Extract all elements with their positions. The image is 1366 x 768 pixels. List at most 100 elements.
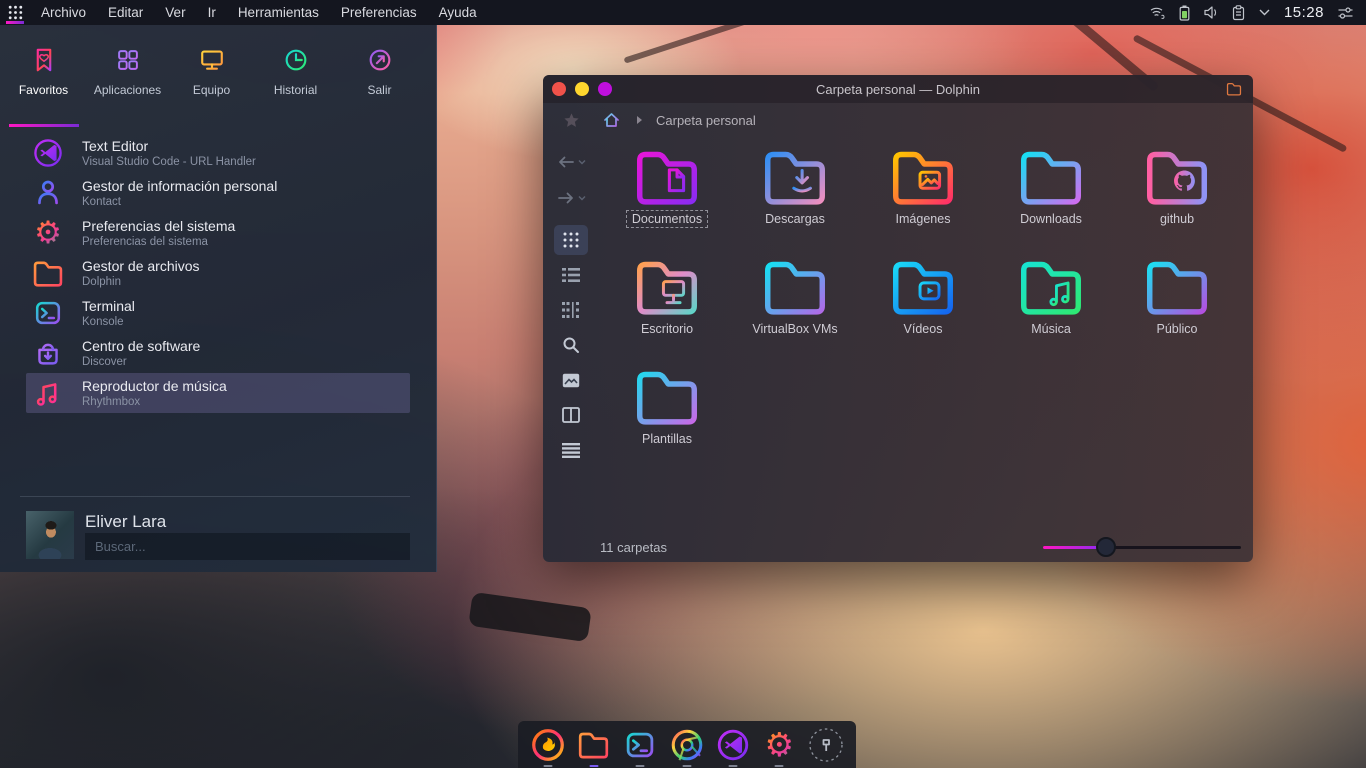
zoom-slider[interactable] [1043, 537, 1241, 557]
top-menubar: Archivo Editar Ver Ir Herramientas Prefe… [0, 0, 1366, 25]
desktop: Archivo Editar Ver Ir Herramientas Prefe… [0, 0, 1366, 768]
folder-github[interactable]: github [1117, 145, 1237, 228]
breadcrumb-caret-icon [637, 116, 642, 124]
split-view-button[interactable] [554, 400, 588, 430]
folder-label: Downloads [1014, 210, 1088, 228]
minimize-button[interactable] [575, 82, 589, 96]
window-titlebar[interactable]: Carpeta personal — Dolphin [543, 75, 1253, 103]
menu-herramientas[interactable]: Herramientas [227, 0, 330, 25]
tab-label: Favoritos [19, 83, 68, 97]
apps-grid-icon [112, 43, 144, 77]
clock[interactable]: 15:28 [1284, 4, 1324, 21]
folder-videos[interactable]: Vídeos [863, 255, 983, 338]
gear-icon: ⚙ [30, 215, 66, 251]
icons-view-button[interactable] [554, 225, 588, 255]
latte-dock-icon[interactable] [806, 725, 846, 765]
file-manager-icon[interactable] [574, 725, 613, 765]
dock: ⚙ [518, 721, 856, 768]
zoom-slider-handle[interactable] [1096, 537, 1116, 557]
tab-aplicaciones[interactable]: Aplicaciones [87, 31, 168, 123]
terminal-icon[interactable] [621, 725, 660, 765]
running-indicator [775, 765, 784, 767]
list-view-button[interactable] [554, 260, 588, 290]
folder-descargas[interactable]: Descargas [735, 145, 855, 228]
dolphin-statusbar: 11 carpetas [543, 532, 1253, 562]
clock-history-icon [280, 43, 312, 77]
menu-editar[interactable]: Editar [97, 0, 154, 25]
folder-label: Música [1025, 320, 1077, 338]
clipboard-icon[interactable] [1232, 5, 1245, 21]
app-title: Terminal [82, 298, 135, 315]
folder-musica[interactable]: Música [991, 255, 1111, 338]
tab-historial[interactable]: Historial [255, 31, 336, 123]
monitor-icon [196, 43, 228, 77]
chrome-icon[interactable] [667, 725, 706, 765]
dolphin-side-toolbar [543, 137, 599, 532]
app-item-text-editor[interactable]: Text Editor Visual Studio Code - URL Han… [26, 133, 410, 173]
home-icon[interactable] [602, 111, 621, 129]
app-title: Text Editor [82, 138, 256, 155]
maximize-button[interactable] [598, 82, 612, 96]
window-title: Carpeta personal — Dolphin [543, 82, 1253, 97]
breadcrumb[interactable]: Carpeta personal [656, 113, 756, 128]
menu-ayuda[interactable]: Ayuda [428, 0, 488, 25]
close-button[interactable] [552, 82, 566, 96]
app-launcher-button[interactable] [0, 0, 30, 25]
folder-publico[interactable]: Público [1117, 255, 1237, 338]
folder-documentos[interactable]: Documentos [607, 145, 727, 228]
music-note-icon [30, 375, 66, 411]
status-settings-icon[interactable] [1337, 6, 1354, 20]
hamburger-menu-button[interactable] [554, 435, 588, 465]
chevron-down-icon[interactable] [1258, 8, 1271, 17]
log-decoration [468, 592, 592, 642]
folder-imagenes[interactable]: Imágenes [863, 145, 983, 228]
search-icon[interactable] [554, 330, 588, 360]
app-item-rhythmbox[interactable]: Reproductor de música Rhythmbox [26, 373, 410, 413]
folder-downloads[interactable]: Downloads [991, 145, 1111, 228]
preview-image-icon[interactable] [554, 365, 588, 395]
app-item-konsole[interactable]: Terminal Konsole [26, 293, 410, 333]
user-name: Eliver Lara [85, 512, 166, 532]
folder-escritorio[interactable]: Escritorio [607, 255, 727, 338]
app-item-dolphin[interactable]: Gestor de archivos Dolphin [26, 253, 410, 293]
vscode-icon[interactable] [713, 725, 752, 765]
bookmark-heart-icon [28, 43, 60, 77]
launcher-tabs: Favoritos Aplicaciones Equipo [0, 31, 437, 123]
tab-salir[interactable]: Salir [339, 31, 420, 123]
software-bag-icon [30, 335, 66, 371]
back-button[interactable] [557, 149, 586, 175]
running-indicator [543, 765, 552, 767]
settings-gear-icon[interactable]: ⚙ [760, 725, 799, 765]
tab-label: Salir [367, 83, 391, 97]
menu-archivo[interactable]: Archivo [30, 0, 97, 25]
menu-ver[interactable]: Ver [154, 0, 196, 25]
back-dropdown-icon[interactable] [578, 159, 586, 165]
menu-ir[interactable]: Ir [197, 0, 227, 25]
favorite-star-icon[interactable] [563, 112, 580, 129]
user-avatar[interactable] [26, 511, 74, 559]
folder-label: Plantillas [636, 430, 698, 448]
search-input[interactable] [85, 533, 410, 560]
app-title: Centro de software [82, 338, 200, 355]
compact-view-button[interactable] [554, 295, 588, 325]
network-icon[interactable] [1149, 5, 1166, 20]
app-item-preferencias[interactable]: ⚙ Preferencias del sistema Preferencias … [26, 213, 410, 253]
github-octocat-glyph [1174, 170, 1195, 190]
folder-plantillas[interactable]: Plantillas [607, 365, 727, 448]
tab-label: Aplicaciones [94, 83, 161, 97]
tab-equipo[interactable]: Equipo [171, 31, 252, 123]
person-icon [30, 175, 66, 211]
folder-virtualbox-vms[interactable]: VirtualBox VMs [735, 255, 855, 338]
firefox-icon[interactable] [528, 725, 567, 765]
forward-dropdown-icon[interactable] [578, 195, 586, 201]
battery-icon[interactable] [1179, 5, 1190, 21]
divider [20, 496, 410, 497]
volume-icon[interactable] [1203, 5, 1219, 20]
menu-preferencias[interactable]: Preferencias [330, 0, 428, 25]
app-title: Gestor de información personal [82, 178, 277, 195]
app-item-kontact[interactable]: Gestor de información personal Kontact [26, 173, 410, 213]
app-item-discover[interactable]: Centro de software Discover [26, 333, 410, 373]
tab-favoritos[interactable]: Favoritos [3, 31, 84, 123]
forward-button[interactable] [557, 185, 586, 211]
terminal-icon [30, 295, 66, 331]
